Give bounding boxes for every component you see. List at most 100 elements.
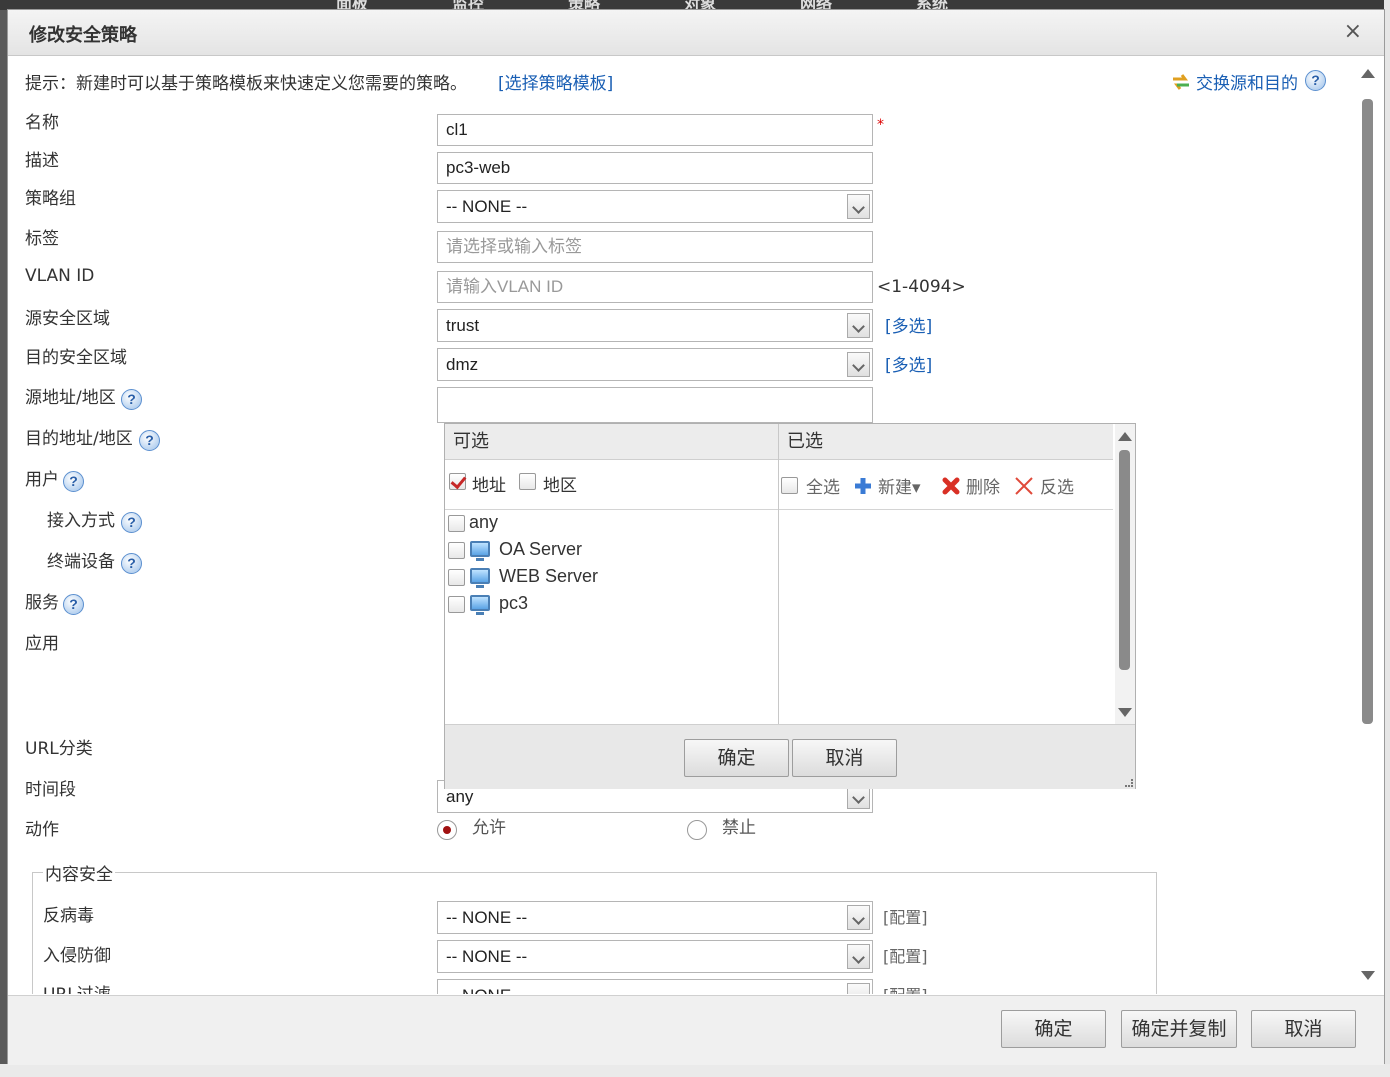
vlan-id-input[interactable]: 请输入VLAN ID bbox=[437, 271, 873, 303]
pc-icon bbox=[470, 595, 490, 615]
item-checkbox[interactable] bbox=[448, 542, 465, 559]
source-address-label: 源地址/地区 bbox=[25, 388, 116, 408]
description-input[interactable]: pc3-web bbox=[437, 152, 873, 184]
scroll-up-icon[interactable] bbox=[1118, 432, 1132, 441]
address-filter-checkbox[interactable] bbox=[449, 473, 466, 490]
item-label: any bbox=[469, 512, 499, 532]
chevron-down-icon[interactable] bbox=[847, 313, 870, 338]
chevron-down-icon[interactable] bbox=[847, 944, 870, 969]
time-range-label: 时间段 bbox=[25, 780, 76, 800]
item-label: pc3 bbox=[499, 593, 529, 613]
delete-button[interactable]: 删除 bbox=[966, 473, 1000, 498]
chevron-down-icon[interactable] bbox=[847, 905, 870, 930]
close-icon[interactable]: × bbox=[1344, 19, 1362, 44]
picker-cancel-button[interactable]: 取消 bbox=[792, 739, 897, 777]
deny-label: 禁止 bbox=[722, 818, 756, 838]
vlan-id-label: VLAN ID bbox=[25, 266, 95, 286]
allow-label: 允许 bbox=[472, 818, 506, 838]
scroll-thumb[interactable] bbox=[1119, 450, 1130, 670]
item-checkbox[interactable] bbox=[448, 515, 465, 532]
scroll-up-icon[interactable] bbox=[1361, 69, 1375, 78]
invert-icon[interactable] bbox=[1014, 476, 1034, 496]
chevron-down-icon[interactable] bbox=[847, 194, 870, 219]
background-bottom-edge bbox=[0, 1064, 1390, 1077]
choose-template-link[interactable]: [选择策略模板] bbox=[498, 69, 613, 94]
url-filter-config-link[interactable]: [配置] bbox=[883, 982, 928, 994]
ips-config-link[interactable]: [配置] bbox=[883, 943, 928, 967]
help-icon[interactable]: ? bbox=[139, 430, 160, 451]
allow-radio[interactable] bbox=[437, 820, 457, 840]
ips-select[interactable]: -- NONE -- bbox=[437, 940, 873, 973]
cancel-button[interactable]: 取消 bbox=[1251, 1010, 1356, 1048]
new-button[interactable]: 新建▾ bbox=[878, 473, 921, 498]
pc-icon bbox=[470, 568, 490, 588]
add-icon[interactable] bbox=[853, 476, 873, 496]
policy-group-select[interactable]: -- NONE -- bbox=[437, 190, 873, 223]
vlan-range-hint: <1-4094> bbox=[877, 277, 966, 297]
item-checkbox[interactable] bbox=[448, 569, 465, 586]
help-icon[interactable]: ? bbox=[121, 389, 142, 410]
antivirus-label: 反病毒 bbox=[43, 906, 94, 926]
list-item[interactable]: OA Server bbox=[445, 539, 778, 564]
time-range-value: any bbox=[446, 787, 474, 806]
content-security-section: 内容安全 反病毒 -- NONE -- [配置] 入侵防御 -- NONE --… bbox=[32, 860, 1157, 994]
antivirus-value: -- NONE -- bbox=[446, 908, 528, 927]
policy-group-label: 策略组 bbox=[25, 189, 76, 209]
antivirus-select[interactable]: -- NONE -- bbox=[437, 901, 873, 934]
required-mark: * bbox=[877, 117, 884, 133]
terminal-device-label: 终端设备 bbox=[47, 552, 115, 572]
policy-group-value: -- NONE -- bbox=[446, 197, 528, 216]
scroll-thumb[interactable] bbox=[1362, 99, 1373, 724]
help-icon[interactable]: ? bbox=[63, 471, 84, 492]
destination-zone-select[interactable]: dmz bbox=[437, 348, 873, 381]
list-item[interactable]: any bbox=[445, 512, 778, 537]
swap-src-dst-link[interactable]: 交换源和目的 bbox=[1196, 69, 1298, 94]
source-zone-select[interactable]: trust bbox=[437, 309, 873, 342]
url-filter-select[interactable]: -- NONE -- bbox=[437, 979, 873, 994]
select-all-label[interactable]: 全选 bbox=[806, 473, 840, 498]
ok-and-copy-button[interactable]: 确定并复制 bbox=[1121, 1010, 1237, 1048]
delete-icon[interactable] bbox=[941, 476, 961, 496]
antivirus-config-link[interactable]: [配置] bbox=[883, 904, 928, 928]
destination-zone-multiselect-link[interactable]: [多选] bbox=[885, 351, 932, 376]
tag-label: 标签 bbox=[25, 229, 59, 249]
list-item[interactable]: pc3 bbox=[445, 593, 778, 618]
scroll-down-icon[interactable] bbox=[1118, 708, 1132, 717]
column-divider bbox=[778, 424, 779, 724]
region-filter-label: 地区 bbox=[543, 476, 577, 496]
list-item[interactable]: WEB Server bbox=[445, 566, 778, 591]
tag-input[interactable]: 请选择或输入标签 bbox=[437, 231, 873, 263]
help-icon[interactable]: ? bbox=[121, 553, 142, 574]
region-filter-checkbox[interactable] bbox=[519, 473, 536, 490]
dialog-footer: 确定 确定并复制 取消 bbox=[8, 995, 1384, 1065]
dialog-content: 提示：新建时可以基于策略模板来快速定义您需要的策略。 [选择策略模板] 交换源和… bbox=[11, 57, 1383, 994]
chevron-down-icon[interactable] bbox=[847, 983, 870, 994]
item-checkbox[interactable] bbox=[448, 596, 465, 613]
description-label: 描述 bbox=[25, 151, 59, 171]
resize-handle-icon[interactable] bbox=[1125, 779, 1133, 787]
application-label: 应用 bbox=[25, 634, 59, 654]
swap-icon[interactable] bbox=[1171, 73, 1191, 91]
name-input[interactable]: cl1 bbox=[437, 114, 873, 146]
destination-zone-value: dmz bbox=[446, 355, 479, 374]
help-icon[interactable]: ? bbox=[1305, 70, 1326, 91]
dialog-titlebar[interactable]: 修改安全策略 × bbox=[8, 10, 1384, 56]
source-address-input[interactable] bbox=[437, 387, 873, 423]
picker-ok-button[interactable]: 确定 bbox=[684, 739, 789, 777]
destination-address-label: 目的地址/地区 bbox=[25, 429, 133, 449]
pc-icon bbox=[470, 541, 490, 561]
url-category-label: URL分类 bbox=[25, 739, 93, 759]
chevron-down-icon[interactable] bbox=[847, 352, 870, 377]
help-icon[interactable]: ? bbox=[63, 594, 84, 615]
scroll-down-icon[interactable] bbox=[1361, 971, 1375, 980]
content-scrollbar[interactable] bbox=[1359, 67, 1377, 992]
ips-label: 入侵防御 bbox=[43, 946, 111, 966]
deny-radio[interactable] bbox=[687, 820, 707, 840]
select-all-checkbox[interactable] bbox=[781, 477, 798, 494]
source-zone-multiselect-link[interactable]: [多选] bbox=[885, 312, 932, 337]
ok-button[interactable]: 确定 bbox=[1001, 1010, 1106, 1048]
picker-scrollbar[interactable] bbox=[1115, 424, 1135, 724]
help-icon[interactable]: ? bbox=[121, 512, 142, 533]
item-label: OA Server bbox=[499, 539, 583, 559]
invert-button[interactable]: 反选 bbox=[1040, 473, 1074, 498]
